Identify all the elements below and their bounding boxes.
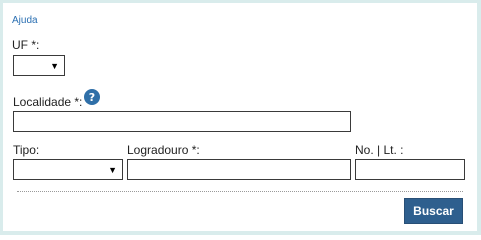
numero-lote-label: No. | Lt. : [355, 143, 404, 157]
form-frame: Ajuda UF *: ▼ Localidade *: ? Tipo: ▼ Lo… [0, 0, 481, 235]
localidade-input[interactable] [13, 111, 351, 132]
form-divider [17, 191, 463, 192]
localidade-label: Localidade *: [13, 95, 83, 109]
dropdown-arrow-icon: ▼ [108, 165, 117, 175]
search-button[interactable]: Buscar [404, 198, 463, 224]
search-form-panel: Ajuda UF *: ▼ Localidade *: ? Tipo: ▼ Lo… [3, 3, 477, 231]
help-link[interactable]: Ajuda [12, 15, 38, 26]
logradouro-label: Logradouro *: [127, 143, 200, 157]
help-icon[interactable]: ? [84, 89, 100, 105]
logradouro-input[interactable] [127, 159, 351, 180]
uf-select[interactable]: ▼ [13, 55, 65, 76]
tipo-select[interactable]: ▼ [13, 159, 123, 180]
numero-lote-input[interactable] [355, 159, 465, 180]
tipo-label: Tipo: [13, 143, 40, 157]
uf-label: UF *: [12, 38, 40, 52]
dropdown-arrow-icon: ▼ [50, 61, 59, 71]
